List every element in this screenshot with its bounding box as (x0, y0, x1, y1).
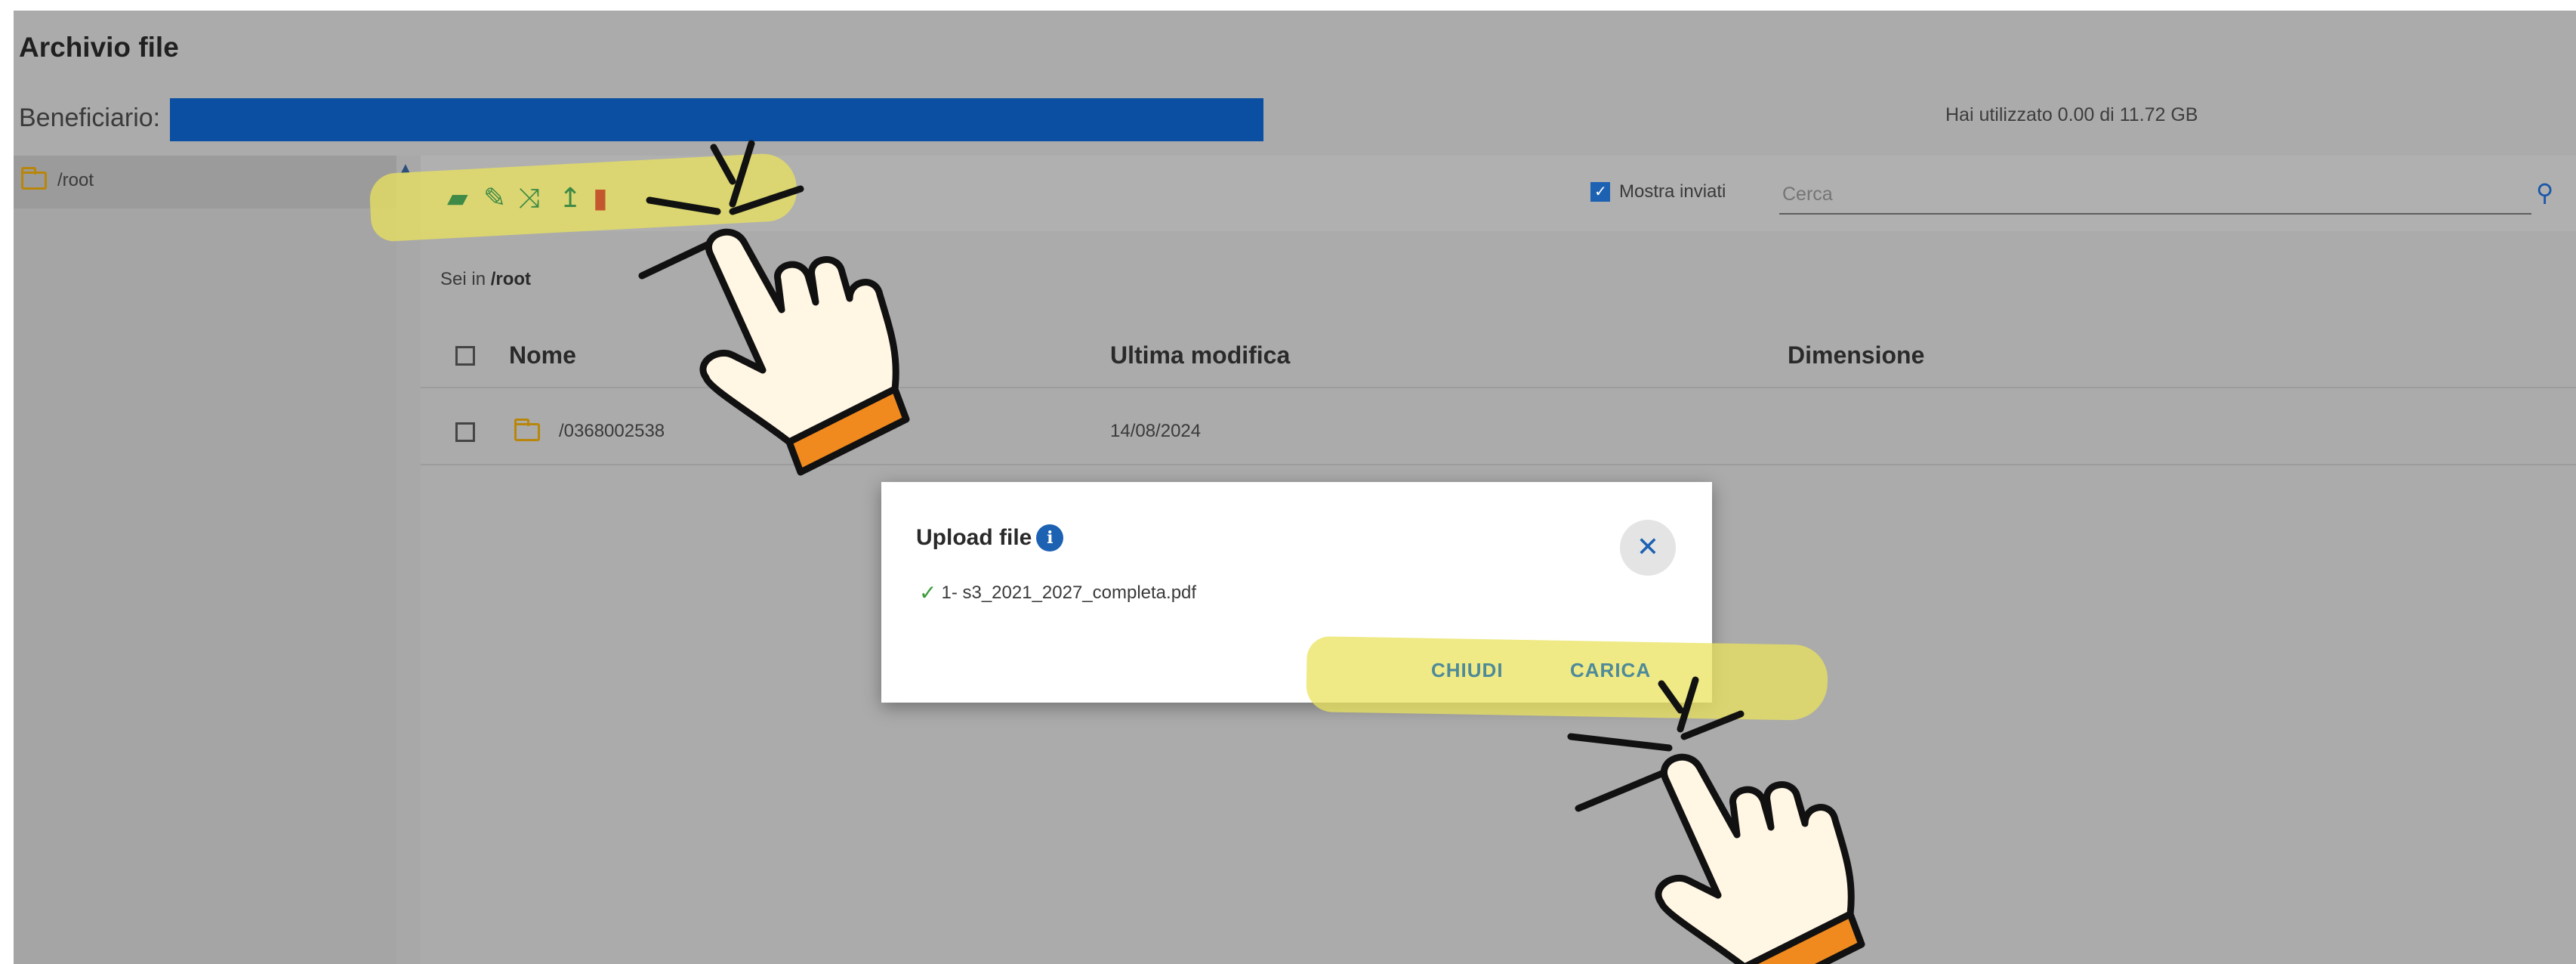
delete-icon[interactable]: ▮ (593, 180, 608, 216)
sidebar-item-root[interactable]: /root (21, 167, 94, 191)
uploaded-file-name: 1- s3_2021_2027_completa.pdf (941, 582, 1197, 603)
move-icon[interactable]: ⤨ (518, 180, 540, 216)
uploaded-file-item: ✓ 1- s3_2021_2027_completa.pdf (919, 580, 1196, 605)
folder-icon (514, 419, 540, 441)
row-checkbox[interactable] (455, 422, 475, 442)
select-all-checkbox[interactable] (455, 346, 475, 366)
show-sent-toggle[interactable]: Mostra inviati (1590, 181, 1726, 202)
sidebar-item-label: /root (57, 170, 94, 190)
new-folder-icon[interactable]: ▰ (447, 180, 468, 216)
breadcrumb-current[interactable]: /root (491, 269, 531, 289)
page-title: Archivio file (19, 32, 179, 63)
storage-usage-text: Hai utilizzato 0.00 di 11.72 GB (1945, 104, 2198, 125)
sidebar (14, 156, 396, 964)
column-header-name[interactable]: Nome (509, 341, 576, 369)
show-sent-checkbox[interactable] (1590, 182, 1610, 202)
breadcrumb: Sei in /root (440, 269, 531, 290)
search-icon[interactable]: ⚲ (2536, 178, 2553, 207)
dialog-title-text: Upload file (916, 525, 1032, 550)
edit-icon[interactable]: ✎ (483, 180, 506, 216)
pointing-hand-icon (1567, 676, 1865, 964)
search-field[interactable] (1779, 178, 2531, 215)
upload-icon[interactable]: ↥ (559, 180, 582, 216)
close-icon[interactable]: ✕ (1620, 520, 1676, 576)
search-input[interactable] (1779, 178, 2507, 210)
dialog-title: Upload file i (916, 524, 1064, 552)
check-icon: ✓ (919, 581, 937, 604)
close-button[interactable]: CHIUDI (1431, 659, 1504, 682)
column-header-size[interactable]: Dimensione (1788, 341, 1924, 369)
sidebar-splitter[interactable] (396, 156, 421, 964)
info-icon[interactable]: i (1036, 524, 1064, 552)
pointing-hand-icon (638, 140, 910, 476)
column-header-modified[interactable]: Ultima modifica (1110, 341, 1290, 369)
row-modified: 14/08/2024 (1110, 421, 1202, 441)
beneficiary-label: Beneficiario: (19, 104, 161, 132)
show-sent-label: Mostra inviati (1619, 181, 1726, 202)
breadcrumb-prefix: Sei in (440, 269, 486, 289)
folder-icon (21, 167, 47, 190)
